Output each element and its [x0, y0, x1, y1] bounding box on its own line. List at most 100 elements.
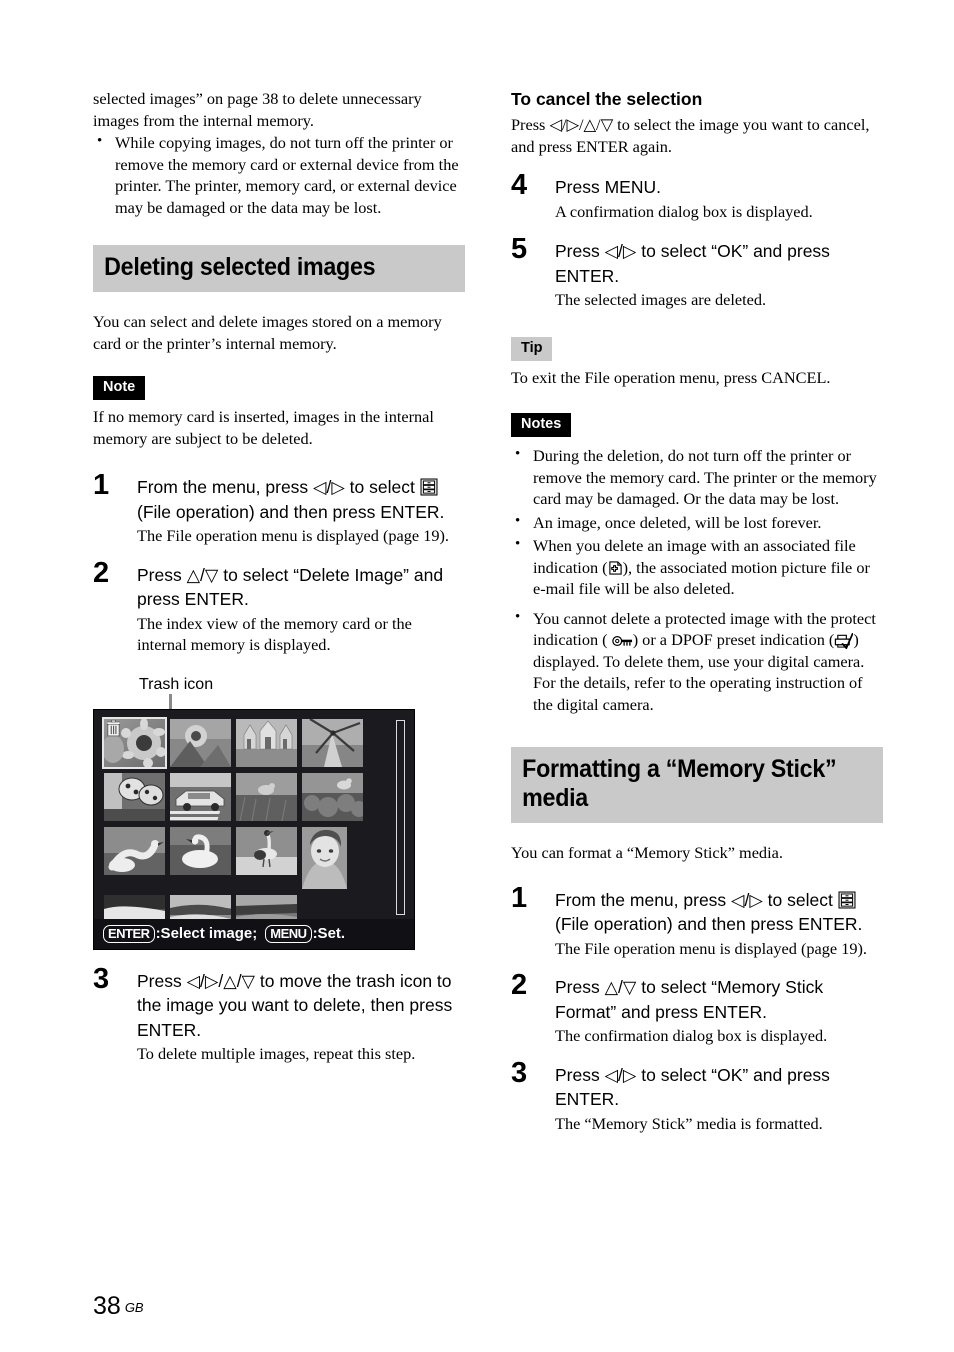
- intro-bullet-list: • While copying images, do not turn off …: [93, 132, 465, 218]
- menu-hint: MENU:Set.: [265, 924, 345, 943]
- thumbnail-geese[interactable]: [104, 826, 165, 875]
- thumbnail-sunflower-bud[interactable]: [170, 718, 231, 767]
- format-step-1: 1 From the menu, press ◁/▷ to select (Fi…: [511, 882, 883, 960]
- section-heading-deleting: Deleting selected images: [93, 245, 465, 292]
- note-label: Note: [93, 376, 146, 400]
- thumbnail-cathedral[interactable]: [236, 718, 297, 767]
- list-item: • While copying images, do not turn off …: [93, 132, 465, 218]
- step-text-before: From the menu, press ◁/▷ to select: [137, 477, 415, 497]
- list-item-text: While copying images, do not turn off th…: [115, 133, 459, 217]
- manual-page: selected images” on page 38 to delete un…: [0, 0, 954, 1352]
- tip-label: Tip: [511, 336, 553, 361]
- enter-hint: ENTER:Select image;: [103, 924, 258, 943]
- step-instruction: Press ◁/▷ to select “OK” and press ENTER…: [555, 1064, 830, 1110]
- section-heading-text: Deleting selected images: [93, 245, 465, 292]
- thumbnail-bird-on-shrub[interactable]: [302, 772, 363, 821]
- list-item-text-part2: ) or a DPOF preset indication (: [632, 630, 835, 649]
- thumbnail-ladybugs[interactable]: [104, 772, 165, 821]
- list-item: • When you delete an image with an assoc…: [511, 535, 883, 600]
- step-3: 3 Press ◁/▷/△/▽ to move the trash icon t…: [93, 963, 465, 1065]
- step-instruction: Press ◁/▷ to select “OK” and press ENTER…: [555, 241, 830, 286]
- tip-block: Tip To exit the File operation menu, pre…: [511, 336, 883, 389]
- list-item: • You cannot delete a protected image wi…: [511, 608, 883, 716]
- section-heading-formatting: Formatting a “Memory Stick” media: [511, 747, 883, 823]
- format-step-2: 2 Press △/▽ to select “Memory Stick Form…: [511, 969, 883, 1047]
- left-column: selected images” on page 38 to delete un…: [93, 88, 465, 1065]
- cancel-selection-subheading: To cancel the selection: [511, 89, 703, 109]
- step-number: 1: [511, 881, 528, 914]
- page-region-code: GB: [124, 1300, 144, 1315]
- step-5: 5 Press ◁/▷ to select “OK” and press ENT…: [511, 233, 883, 311]
- note-block: Note If no memory card is inserted, imag…: [93, 376, 465, 449]
- step-number: 4: [511, 169, 528, 201]
- step-1: 1 From the menu, press ◁/▷ to select (Fi…: [93, 469, 465, 547]
- step-text-before: From the menu, press ◁/▷ to select: [555, 889, 833, 910]
- step-number: 3: [93, 962, 110, 995]
- tip-text: To exit the File operation menu, press C…: [511, 367, 831, 387]
- dpof-print-icon: [834, 633, 854, 649]
- step-number: 1: [93, 469, 110, 501]
- thumbnail-row: [104, 826, 374, 889]
- deleting-intro: You can select and delete images stored …: [93, 312, 442, 353]
- list-item-text: During the deletion, do not turn off the…: [533, 446, 877, 508]
- step-result: To delete multiple images, repeat this s…: [137, 1044, 416, 1063]
- list-item-text: An image, once deleted, will be lost for…: [533, 512, 822, 532]
- cancel-selection-text: Press ◁/▷/△/▽ to select the image you wa…: [511, 115, 870, 156]
- step-2: 2 Press △/▽ to select “Delete Image” and…: [93, 557, 465, 656]
- protect-key-icon: [611, 635, 633, 648]
- thumbnail-swan[interactable]: [170, 826, 231, 875]
- bullet-dot: •: [515, 608, 521, 625]
- lcd-status-bar: ENTER:Select image; MENU:Set.: [94, 918, 414, 949]
- step-instruction: Press MENU.: [555, 177, 661, 197]
- notes-block: Notes • During the deletion, do not turn…: [511, 413, 883, 715]
- thumbnail-windmill[interactable]: [302, 718, 363, 767]
- step-result: A confirmation dialog box is displayed.: [555, 201, 813, 221]
- step-number: 2: [93, 556, 110, 589]
- section-heading-text: Formatting a “Memory Stick” media: [511, 747, 883, 823]
- thumbnail-bird-in-grass[interactable]: [236, 772, 297, 821]
- step-number: 5: [511, 233, 528, 265]
- step-instruction: Press ◁/▷/△/▽ to move the trash icon to …: [137, 970, 453, 1040]
- lcd-screen: ENTER:Select image; MENU:Set.: [93, 708, 415, 950]
- lcd-scrollbar[interactable]: [396, 719, 405, 915]
- right-column: To cancel the selection Press ◁/▷/△/▽ to…: [511, 88, 883, 1134]
- note-text: If no memory card is inserted, images in…: [93, 407, 434, 448]
- step-text-after: (File operation) and then press ENTER.: [137, 501, 445, 522]
- step-instruction: From the menu, press ◁/▷ to select (File…: [555, 888, 883, 937]
- file-operation-icon: [420, 478, 438, 496]
- list-item: • An image, once deleted, will be lost f…: [511, 512, 883, 534]
- step-4: 4 Press MENU. A confirmation dialog box …: [511, 169, 883, 222]
- step-number: 3: [511, 1056, 528, 1089]
- bullet-dot: •: [97, 133, 103, 149]
- step-text-after: (File operation) and then press ENTER.: [555, 914, 863, 934]
- enter-keycap: ENTER: [103, 924, 155, 943]
- bullet-dot: •: [515, 536, 521, 552]
- step-instruction: Press △/▽ to select “Delete Image” and p…: [137, 564, 444, 610]
- thumbnail-row: [102, 716, 374, 769]
- page-number: 38: [93, 1292, 121, 1320]
- file-operation-icon: [838, 891, 856, 909]
- thumbnail-child-portrait[interactable]: [302, 826, 347, 889]
- trash-icon: [106, 719, 121, 742]
- list-item: • During the deletion, do not turn off t…: [511, 445, 883, 510]
- continued-paragraph: selected images” on page 38 to delete un…: [93, 89, 422, 130]
- bullet-dot: •: [515, 512, 521, 529]
- step-result: The confirmation dialog box is displayed…: [555, 1026, 828, 1045]
- step-result: The File operation menu is displayed (pa…: [137, 526, 449, 545]
- step-number: 2: [511, 969, 528, 1001]
- step-result: The “Memory Stick” media is formatted.: [555, 1113, 823, 1133]
- step-instruction: Press △/▽ to select “Memory Stick Format…: [555, 977, 824, 1022]
- thumbnail-grid: [102, 716, 374, 949]
- format-step-3: 3 Press ◁/▷ to select “OK” and press ENT…: [511, 1057, 883, 1135]
- trash-icon-callout-label: Trash icon: [139, 675, 214, 693]
- notes-list: • During the deletion, do not turn off t…: [511, 445, 883, 715]
- thumbnail-row: [104, 772, 374, 821]
- thumbnail-sunflower[interactable]: [102, 716, 167, 769]
- step-result: The selected images are deleted.: [555, 290, 767, 309]
- step-result: The File operation menu is displayed (pa…: [555, 938, 867, 958]
- menu-keycap: MENU: [265, 924, 312, 943]
- thumbnail-taxi-crosswalk[interactable]: [170, 772, 231, 821]
- page-footer: 38 GB: [93, 1294, 144, 1319]
- enter-hint-text: :Select image;: [155, 924, 258, 942]
- thumbnail-crane[interactable]: [236, 826, 297, 875]
